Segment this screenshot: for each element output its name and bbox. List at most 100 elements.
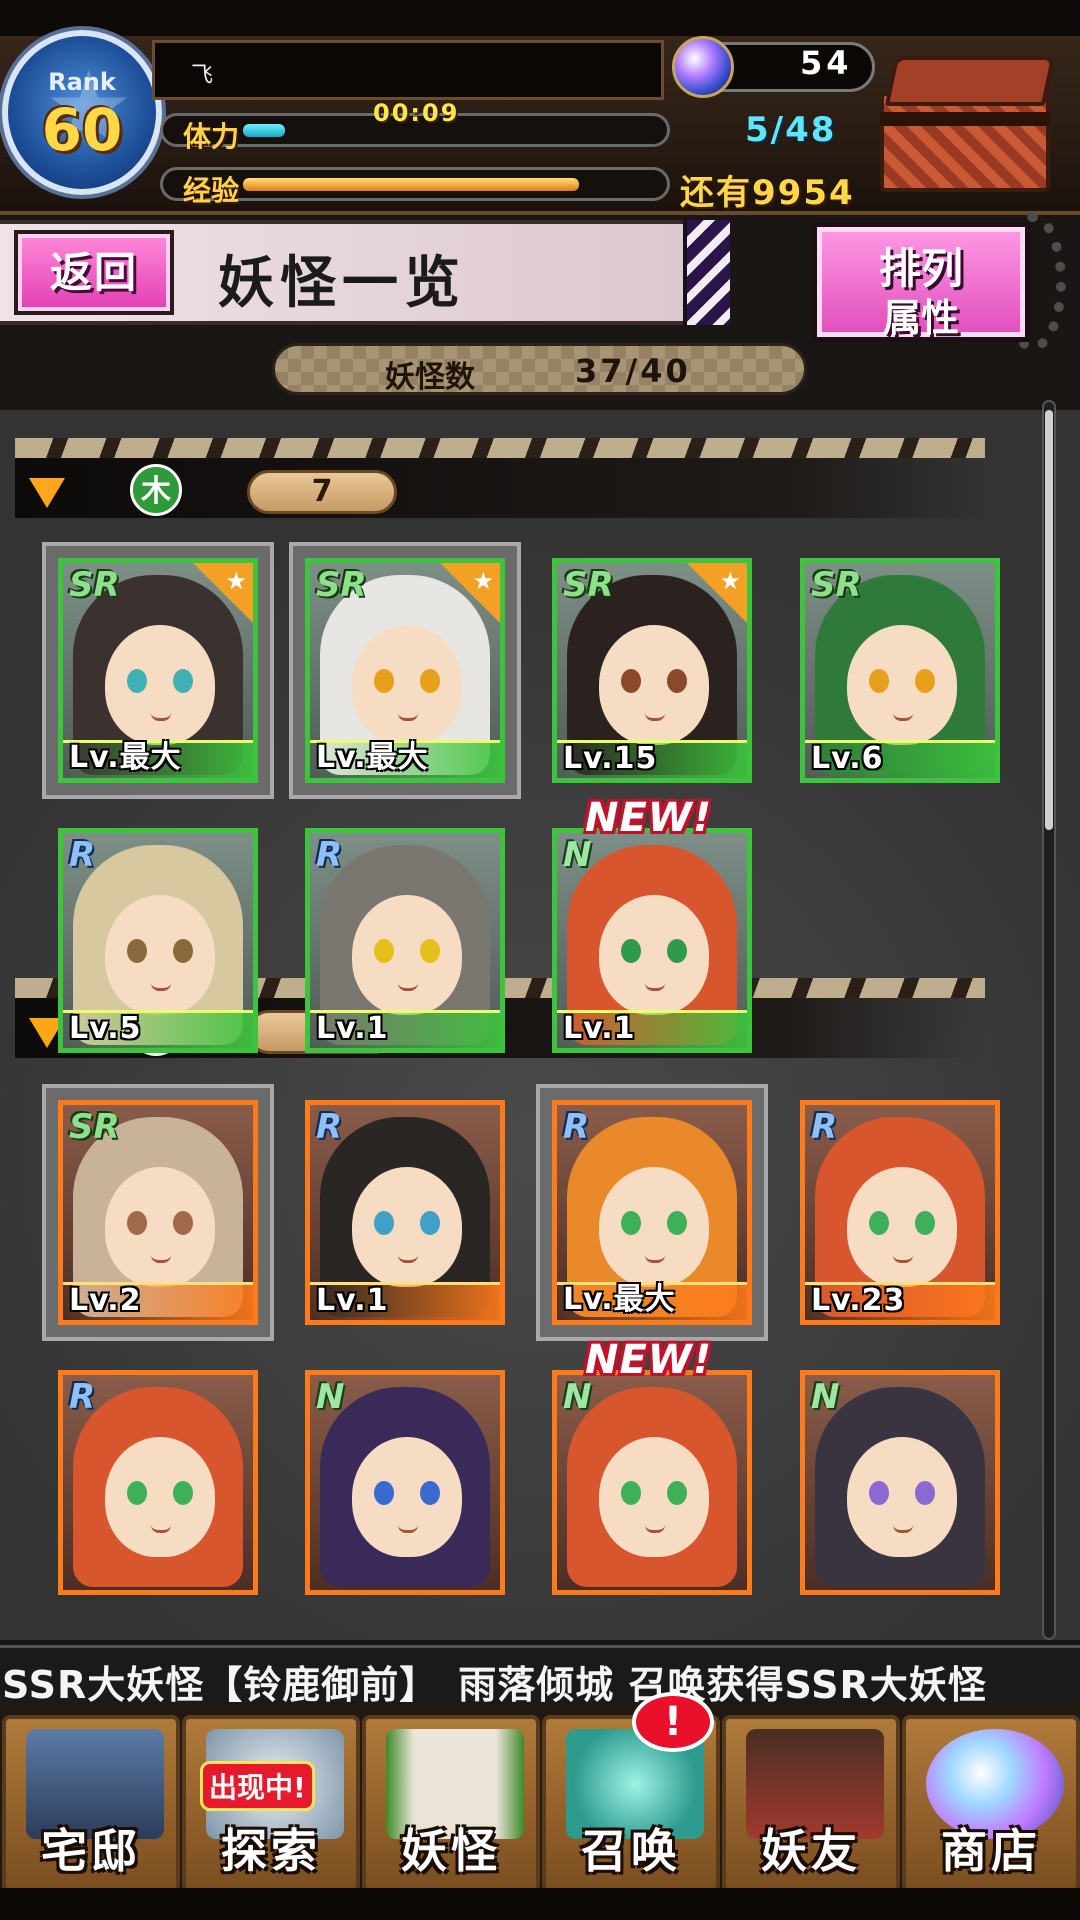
portrait-mouth bbox=[645, 1255, 665, 1263]
portrait-mouth bbox=[151, 1525, 171, 1533]
portrait-mouth bbox=[398, 983, 418, 991]
monster-card[interactable]: R Lv.5 bbox=[58, 828, 258, 1053]
portrait-eye bbox=[374, 939, 394, 963]
monster-list[interactable]: 木 7 山 8 ★SRLv.最大★SRLv.最大★SRLv.15SRLv.6RL… bbox=[0, 410, 1080, 1640]
monster-card[interactable]: SR Lv.2 bbox=[58, 1100, 258, 1325]
portrait-mouth bbox=[893, 1255, 913, 1263]
rank-label: Rank bbox=[48, 68, 116, 96]
monster-card[interactable]: R Lv.1 bbox=[305, 828, 505, 1053]
portrait-face bbox=[847, 1437, 957, 1557]
rarity-badge: R bbox=[69, 1377, 96, 1417]
portrait-eye bbox=[420, 939, 440, 963]
exp-fill bbox=[243, 178, 579, 191]
portrait-eye bbox=[127, 1211, 147, 1235]
portrait-face bbox=[599, 625, 709, 745]
portrait-eye bbox=[621, 1211, 641, 1235]
summon-alert-badge: ! bbox=[632, 1692, 714, 1752]
rarity-badge: N bbox=[563, 1377, 592, 1417]
monster-card[interactable]: N Lv.1 NEW! bbox=[552, 795, 752, 1053]
portrait-eye bbox=[173, 1481, 193, 1505]
monster-card[interactable]: ★ SR Lv.最大 bbox=[58, 558, 258, 783]
spirit-orb-icon bbox=[672, 36, 734, 98]
new-badge: NEW! bbox=[585, 795, 713, 841]
monster-card[interactable]: R bbox=[58, 1370, 258, 1595]
rarity-badge: SR bbox=[69, 1107, 120, 1147]
gift-box-icon[interactable] bbox=[880, 52, 1060, 192]
rarity-badge: SR bbox=[811, 565, 862, 605]
nav-mansion[interactable]: 宅邸 bbox=[2, 1715, 180, 1893]
news-ticker: SSR大妖怪【铃鹿御前】 雨落倾城 召唤获得SSR大妖怪 bbox=[0, 1645, 1080, 1703]
back-button-label: 返回 bbox=[49, 248, 138, 297]
monster-card[interactable]: R Lv.最大 bbox=[552, 1100, 752, 1325]
status-bar: ★ Rank 60 飞 体力 00:09 经验 54 5/48 还有9954 bbox=[0, 0, 1080, 215]
gift-box-band bbox=[880, 112, 1050, 126]
star-icon: ★ bbox=[719, 567, 741, 595]
monster-card[interactable]: R Lv.23 bbox=[800, 1100, 1000, 1325]
portrait-eye bbox=[374, 669, 394, 693]
nav-explore[interactable]: 出现中! 探索 bbox=[182, 1715, 360, 1893]
sort-button[interactable]: 排列 属性 bbox=[812, 222, 1030, 342]
nav-label: 召唤 bbox=[581, 1824, 681, 1878]
player-name: 飞 bbox=[191, 63, 214, 88]
monster-card[interactable]: ★ SR Lv.15 bbox=[552, 558, 752, 783]
portrait-eye bbox=[621, 939, 641, 963]
star-icon: ★ bbox=[472, 567, 494, 595]
portrait-face bbox=[105, 1437, 215, 1557]
portrait-mouth bbox=[893, 1525, 913, 1533]
portrait-mouth bbox=[645, 983, 665, 991]
level-label: Lv.1 bbox=[316, 1283, 389, 1318]
rarity-badge: R bbox=[316, 835, 343, 875]
monster-card[interactable]: R Lv.1 bbox=[305, 1100, 505, 1325]
stamina-timer: 00:09 bbox=[373, 99, 460, 127]
portrait-face bbox=[599, 1167, 709, 1287]
group-header-wood[interactable]: 木 7 bbox=[15, 438, 985, 518]
nav-label: 探索 bbox=[221, 1824, 321, 1878]
wood-element-icon: 木 bbox=[130, 464, 182, 516]
nav-shop[interactable]: 商店 bbox=[902, 1715, 1080, 1893]
scroll-thumb[interactable] bbox=[1045, 410, 1053, 830]
stamina-fill bbox=[243, 124, 285, 137]
rarity-badge: SR bbox=[69, 565, 120, 605]
monster-card[interactable]: SR Lv.6 bbox=[800, 558, 1000, 783]
portrait-eye bbox=[420, 1211, 440, 1235]
portrait-eye bbox=[374, 1481, 394, 1505]
monster-count-value: 37/40 bbox=[575, 352, 691, 390]
level-label: Lv.最大 bbox=[69, 740, 182, 775]
portrait-mouth bbox=[645, 1525, 665, 1533]
scrollbar[interactable] bbox=[1042, 400, 1056, 1640]
level-label: Lv.23 bbox=[811, 1283, 906, 1318]
monster-card[interactable]: ★ SR Lv.最大 bbox=[305, 558, 505, 783]
gift-box-body bbox=[880, 92, 1050, 192]
orb-count: 54 bbox=[800, 44, 853, 82]
portrait-eye bbox=[915, 1481, 935, 1505]
title-strip-accent bbox=[683, 220, 730, 325]
monster-card[interactable]: N NEW! bbox=[552, 1337, 752, 1595]
page-title: 妖怪一览 bbox=[218, 251, 466, 316]
portrait-eye bbox=[173, 1211, 193, 1235]
portrait-eye bbox=[127, 1481, 147, 1505]
level-label: Lv.1 bbox=[563, 1011, 636, 1046]
portrait-eye bbox=[915, 669, 935, 693]
portrait-face bbox=[105, 1167, 215, 1287]
portrait-eye bbox=[915, 1211, 935, 1235]
nav-friends[interactable]: 妖友 bbox=[722, 1715, 900, 1893]
level-label: Lv.1 bbox=[316, 1011, 389, 1046]
portrait-face bbox=[847, 625, 957, 745]
monster-card[interactable]: N bbox=[800, 1370, 1000, 1595]
collapse-arrow-icon[interactable] bbox=[29, 478, 65, 508]
portrait-face bbox=[599, 895, 709, 1015]
level-label: Lv.2 bbox=[69, 1283, 142, 1318]
portrait-face bbox=[352, 625, 462, 745]
back-button[interactable]: 返回 bbox=[14, 230, 174, 315]
rarity-badge: SR bbox=[563, 565, 614, 605]
portrait-eye bbox=[621, 1481, 641, 1505]
level-label: Lv.6 bbox=[811, 741, 884, 776]
stamina-bar: 体力 00:09 bbox=[160, 99, 670, 153]
rarity-badge: SR bbox=[316, 565, 367, 605]
rank-badge[interactable]: ★ Rank 60 bbox=[2, 30, 162, 195]
nav-monsters[interactable]: 妖怪 bbox=[362, 1715, 540, 1893]
portrait-eye bbox=[667, 939, 687, 963]
monster-card[interactable]: N bbox=[305, 1370, 505, 1595]
sort-mode-label: 属性 bbox=[882, 296, 959, 340]
portrait-mouth bbox=[151, 713, 171, 721]
